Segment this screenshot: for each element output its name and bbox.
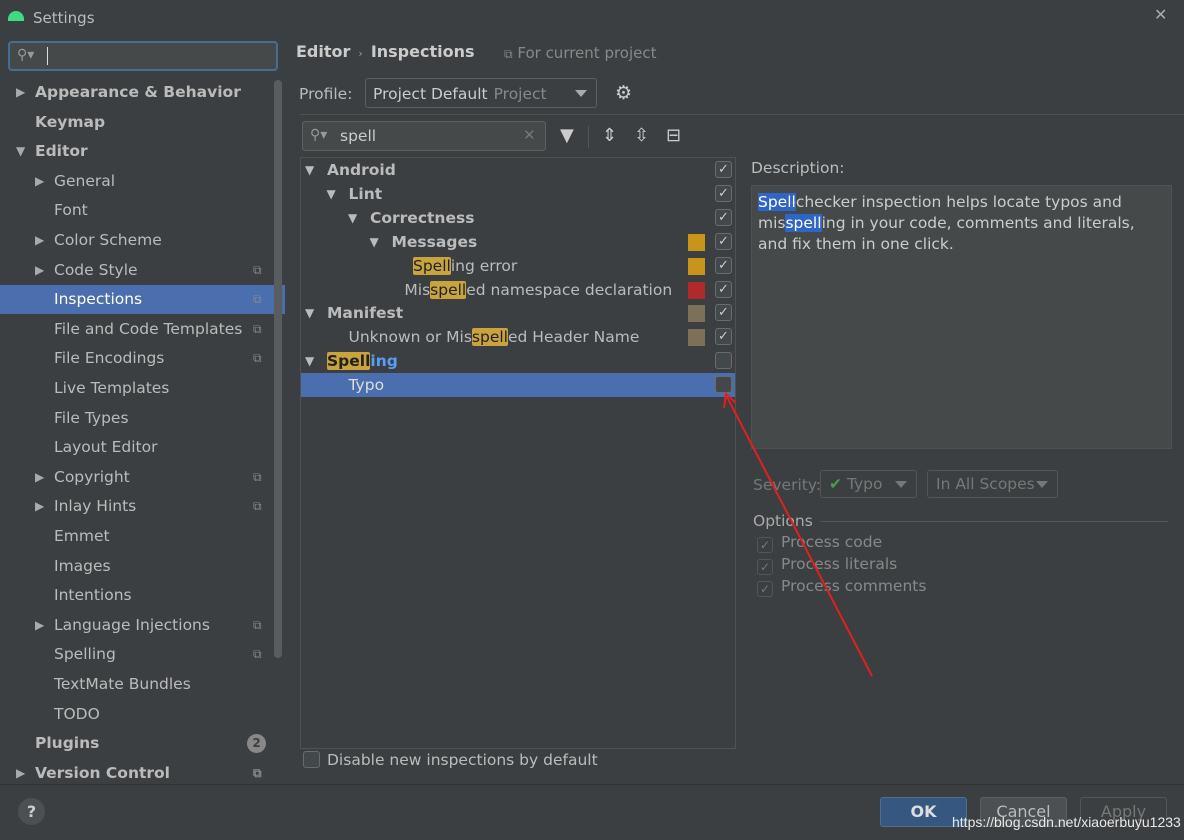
watermark: https://blog.csdn.net/xiaoerbuyu1233 [952,814,1181,830]
annotation-arrow [723,392,873,677]
help-button[interactable]: ? [18,798,45,825]
